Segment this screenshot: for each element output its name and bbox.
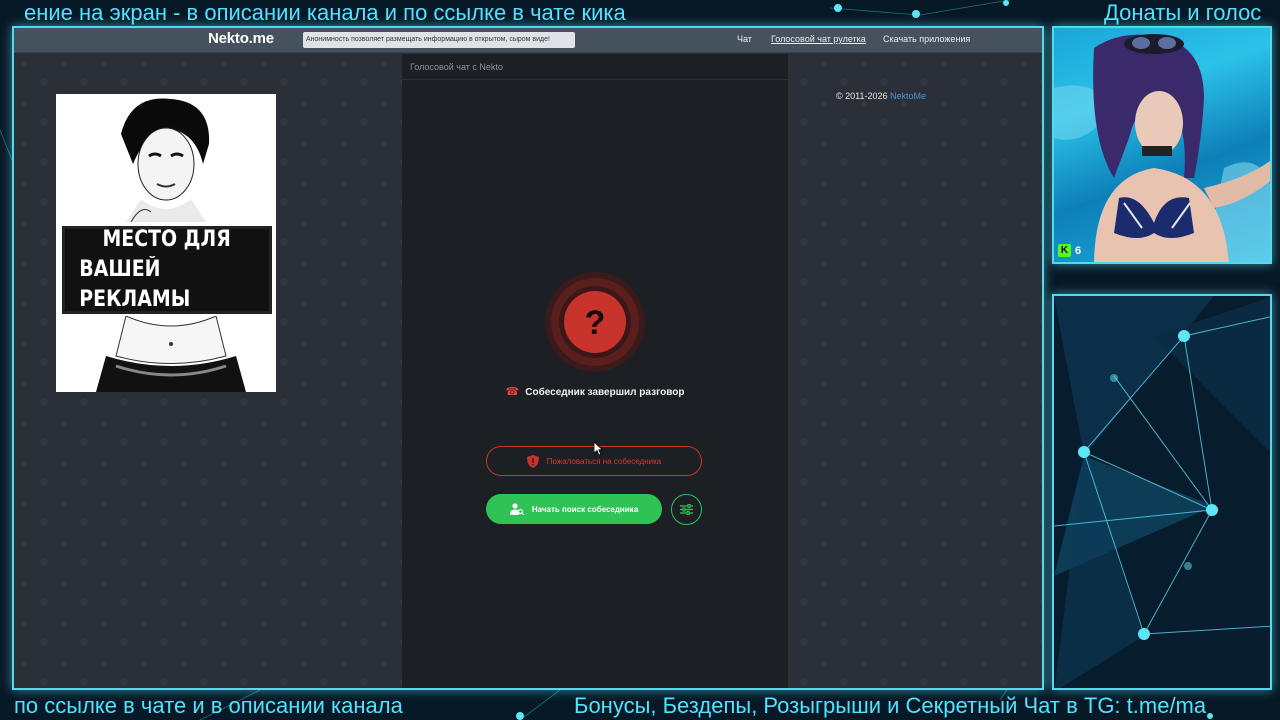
anonymity-notice: Анонимность позволяет размещать информац… [303,32,575,48]
person-search-icon [509,503,524,515]
call-status: ☎ Собеседник завершил разговор [402,385,788,398]
ticker-bottom-left: по ссылке в чате и в описании канала [14,693,403,718]
copyright-text: © 2011-2026 [836,91,891,101]
chat-panel-title: Голосовой чат с Nekto [402,54,788,80]
ad-text-box: МЕСТО ДЛЯ ВАШЕЙ РЕКЛАМЫ [62,226,272,314]
ad-line-2: ВАШЕЙ РЕКЛАМЫ [79,257,191,312]
kick-logo-icon: K [1058,244,1071,257]
sliders-icon [680,504,693,515]
copyright: © 2011-2026 NektoMe [836,91,926,101]
viewer-count: 6 [1075,244,1082,257]
ad-banner[interactable]: МЕСТО ДЛЯ ВАШЕЙ РЕКЛАМЫ [56,94,276,392]
question-icon: ? [545,272,645,372]
webcam-image [1054,34,1270,262]
voice-chat-panel: Голосовой чат с Nekto ? ☎ Собеседник заве… [402,54,788,688]
copyright-link[interactable]: NektoMe [890,91,926,101]
ad-portrait-image [121,98,210,222]
mouse-cursor-icon [594,442,604,456]
ticker-top-right: Донаты и голос [1104,0,1262,25]
nav-chat-link[interactable]: Чат [737,34,752,44]
ticker-top-left: ение на экран - в описании канала и по с… [24,0,626,25]
nav-voice-roulette-link[interactable]: Голосовой чат рулетка [771,34,866,44]
ticker-bottom-right: Бонусы, Бездепы, Розыгрыши и Секретный Ч… [574,693,1207,718]
report-partner-label: Пожаловаться на собеседника [546,456,662,466]
nav-download-apps-link[interactable]: Скачать приложения [883,34,970,44]
browser-capture: Nekto.me Анонимность позволяет размещать… [12,26,1044,690]
streamer-webcam: K 6 [1052,26,1272,264]
site-header: Nekto.me Анонимность позволяет размещать… [14,28,1042,53]
ad-line-1: МЕСТО ДЛЯ [102,227,232,252]
decorative-network-panel [1052,294,1272,690]
network-graphic [1054,296,1270,688]
call-status-text: Собеседник завершил разговор [525,387,685,398]
start-search-label: Начать поиск собеседника [531,504,639,514]
viewer-count-badge: K 6 [1058,244,1081,257]
site-logo[interactable]: Nekto.me [208,30,274,47]
ad-torso-image [96,316,246,392]
hang-up-phone-icon: ☎ [505,386,520,398]
svg-text:?: ? [585,304,606,342]
shield-icon [526,454,539,468]
start-search-button[interactable]: Начать поиск собеседника [486,494,662,524]
search-settings-button[interactable] [671,494,702,525]
